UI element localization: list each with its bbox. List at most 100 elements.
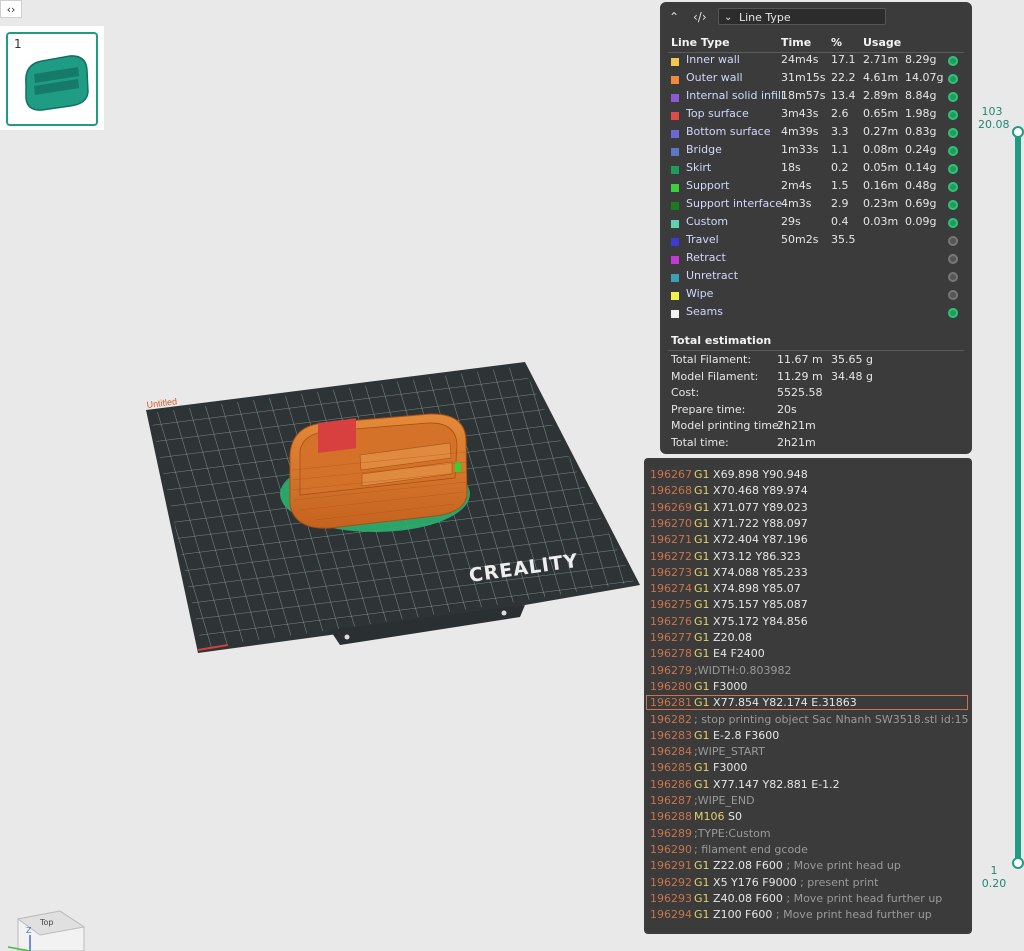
line-type-length: 0.05m	[863, 161, 899, 174]
line-type-weight: 1.98g	[905, 107, 937, 120]
line-type-length: 0.16m	[863, 179, 899, 192]
gcode-line[interactable]: 196290; filament end gcode	[644, 843, 972, 859]
eye-icon[interactable]	[948, 74, 958, 84]
gcode-line[interactable]: 196275 G1 X75.157 Y85.087	[644, 598, 972, 614]
line-type-weight: 8.29g	[905, 53, 937, 66]
line-type-percent: 2.6	[831, 107, 849, 120]
gcode-args: X69.898 Y90.948	[713, 468, 808, 481]
line-type-weight: 0.69g	[905, 197, 937, 210]
line-type-time: 18s	[781, 161, 801, 174]
eye-icon[interactable]	[948, 182, 958, 192]
gcode-args: E-2.8 F3600	[713, 728, 780, 742]
eye-icon[interactable]	[948, 56, 958, 66]
color-swatch	[671, 238, 679, 246]
eye-icon[interactable]	[948, 164, 958, 174]
eye-icon[interactable]	[948, 290, 958, 300]
gcode-args: Z100 F600	[713, 908, 773, 922]
gcode-line[interactable]: 196292 G1 X5 Y176 F9000 ; present print	[644, 876, 972, 892]
gcode-line[interactable]: 196278 G1 E4 F2400	[644, 647, 972, 663]
eye-icon[interactable]	[948, 218, 958, 228]
gcode-line[interactable]: 196279 ;WIDTH:0.803982	[644, 664, 972, 680]
collapse-panel-icon[interactable]: ⌃	[669, 10, 679, 24]
gcode-line[interactable]: 196288 M106 S0	[644, 810, 972, 826]
gcode-command: G1	[694, 500, 710, 514]
gcode-line[interactable]: 196284 ;WIPE_START	[644, 745, 972, 761]
gcode-command: M106	[694, 810, 725, 824]
gcode-line[interactable]: 196277 G1 Z20.08	[644, 631, 972, 647]
bottom-layer-label: 1 0.20	[980, 864, 1008, 892]
gcode-args: X5 Y176 F9000	[713, 875, 797, 889]
eye-icon[interactable]	[948, 254, 958, 264]
line-type-time: 2m4s	[781, 179, 812, 192]
legend-row: Bridge 1m33s 1.1 0.08m 0.24g	[660, 143, 972, 161]
view-mode-select[interactable]: ⌄ Line Type	[718, 8, 886, 25]
gcode-line[interactable]: 196268 G1 X70.468 Y89.974	[644, 484, 972, 500]
line-number: 196288	[650, 810, 692, 824]
gcode-viewer[interactable]: 196267 G1 X69.898 Y90.948 196268 G1 X70.468…	[644, 458, 972, 934]
line-type-weight: 0.09g	[905, 215, 937, 228]
gcode-line[interactable]: 196274 G1 X74.898 Y85.07	[644, 582, 972, 598]
line-type-percent: 3.3	[831, 125, 849, 138]
color-swatch	[671, 220, 679, 228]
eye-icon[interactable]	[948, 308, 958, 318]
gcode-line[interactable]: 196289 ;TYPE:Custom	[644, 827, 972, 843]
gcode-args: F3000	[713, 761, 748, 775]
line-number: 196293	[650, 891, 692, 905]
line-type-percent: 35.5	[831, 233, 856, 246]
layer-slider-track[interactable]	[1015, 131, 1021, 863]
legend-row: Retract	[660, 251, 972, 269]
legend-row: Travel 50m2s 35.5	[660, 233, 972, 251]
total-value: 11.29 m	[777, 369, 823, 383]
eye-icon[interactable]	[948, 128, 958, 138]
plate-thumbnail[interactable]: 1	[6, 32, 98, 126]
gcode-line[interactable]: 196276 G1 X75.172 Y84.856	[644, 615, 972, 631]
gcode-command: G1	[694, 582, 710, 596]
gcode-command: G1	[694, 614, 710, 628]
line-number: 196290	[650, 842, 692, 856]
eye-icon[interactable]	[948, 110, 958, 120]
gcode-line[interactable]: 196294 G1 Z100 F600 ; Move print head fur…	[644, 908, 972, 924]
gcode-line[interactable]: 196287 ;WIPE_END	[644, 794, 972, 810]
eye-icon[interactable]	[948, 272, 958, 282]
gcode-line[interactable]: 196267 G1 X69.898 Y90.948	[644, 468, 972, 484]
gcode-args: X70.468 Y89.974	[713, 484, 808, 498]
line-type-length: 0.08m	[863, 143, 899, 156]
gcode-line[interactable]: 196293 G1 Z40.08 F600 ; Move print head f…	[644, 892, 972, 908]
gcode-line[interactable]: 196285 G1 F3000	[644, 761, 972, 777]
line-type-label: Top surface	[686, 107, 749, 120]
legend-row: Outer wall 31m15s 22.2 4.61m 14.07g	[660, 71, 972, 89]
gcode-line[interactable]: 196291 G1 Z22.08 F600 ; Move print head u…	[644, 859, 972, 875]
line-type-length: 0.23m	[863, 197, 899, 210]
gcode-line[interactable]: 196272 G1 X73.12 Y86.323	[644, 550, 972, 566]
eye-icon[interactable]	[948, 146, 958, 156]
eye-icon[interactable]	[948, 236, 958, 246]
line-number: 196277	[650, 631, 692, 644]
line-type-label: Support interface	[686, 197, 783, 210]
collapse-sidebar-button[interactable]: ‹›	[0, 0, 22, 18]
view-cube[interactable]: Top Z	[0, 905, 90, 951]
gcode-line[interactable]: 196282; stop printing object Sac Nhanh S…	[644, 713, 972, 729]
gcode-comment: ; Move print head further up	[772, 908, 932, 922]
gcode-line[interactable]: 196286 G1 X77.147 Y82.881 E-1.2	[644, 778, 972, 794]
gcode-line[interactable]: 196271 G1 X72.404 Y87.196	[644, 533, 972, 549]
line-number: 196275	[650, 598, 692, 612]
gcode-line[interactable]: 196270 G1 X71.722 Y88.097	[644, 517, 972, 533]
top-layer-handle[interactable]	[1012, 126, 1024, 138]
eye-icon[interactable]	[948, 200, 958, 210]
gcode-line[interactable]: 196273 G1 X74.088 Y85.233	[644, 566, 972, 582]
gcode-args: X71.077 Y89.023	[713, 500, 808, 514]
gcode-line[interactable]: 196280 G1 F3000	[644, 680, 972, 696]
gcode-line[interactable]: 196281 G1 X77.854 Y82.174 E.31863	[644, 696, 972, 712]
total-value-secondary: 34.48 g	[831, 369, 873, 383]
gcode-args: X75.157 Y85.087	[713, 598, 808, 612]
gcode-command: G1	[694, 516, 710, 530]
gcode-line[interactable]: 196269 G1 X71.077 Y89.023	[644, 501, 972, 517]
eye-icon[interactable]	[948, 92, 958, 102]
header-time: Time	[781, 36, 812, 49]
bottom-layer-handle[interactable]	[1012, 857, 1024, 869]
line-type-percent: 1.1	[831, 143, 849, 156]
sliced-model[interactable]	[280, 413, 470, 532]
gcode-toggle-icon[interactable]: ‹/›	[693, 10, 707, 24]
line-type-label: Unretract	[686, 269, 739, 282]
gcode-line[interactable]: 196283 G1 E-2.8 F3600	[644, 729, 972, 745]
